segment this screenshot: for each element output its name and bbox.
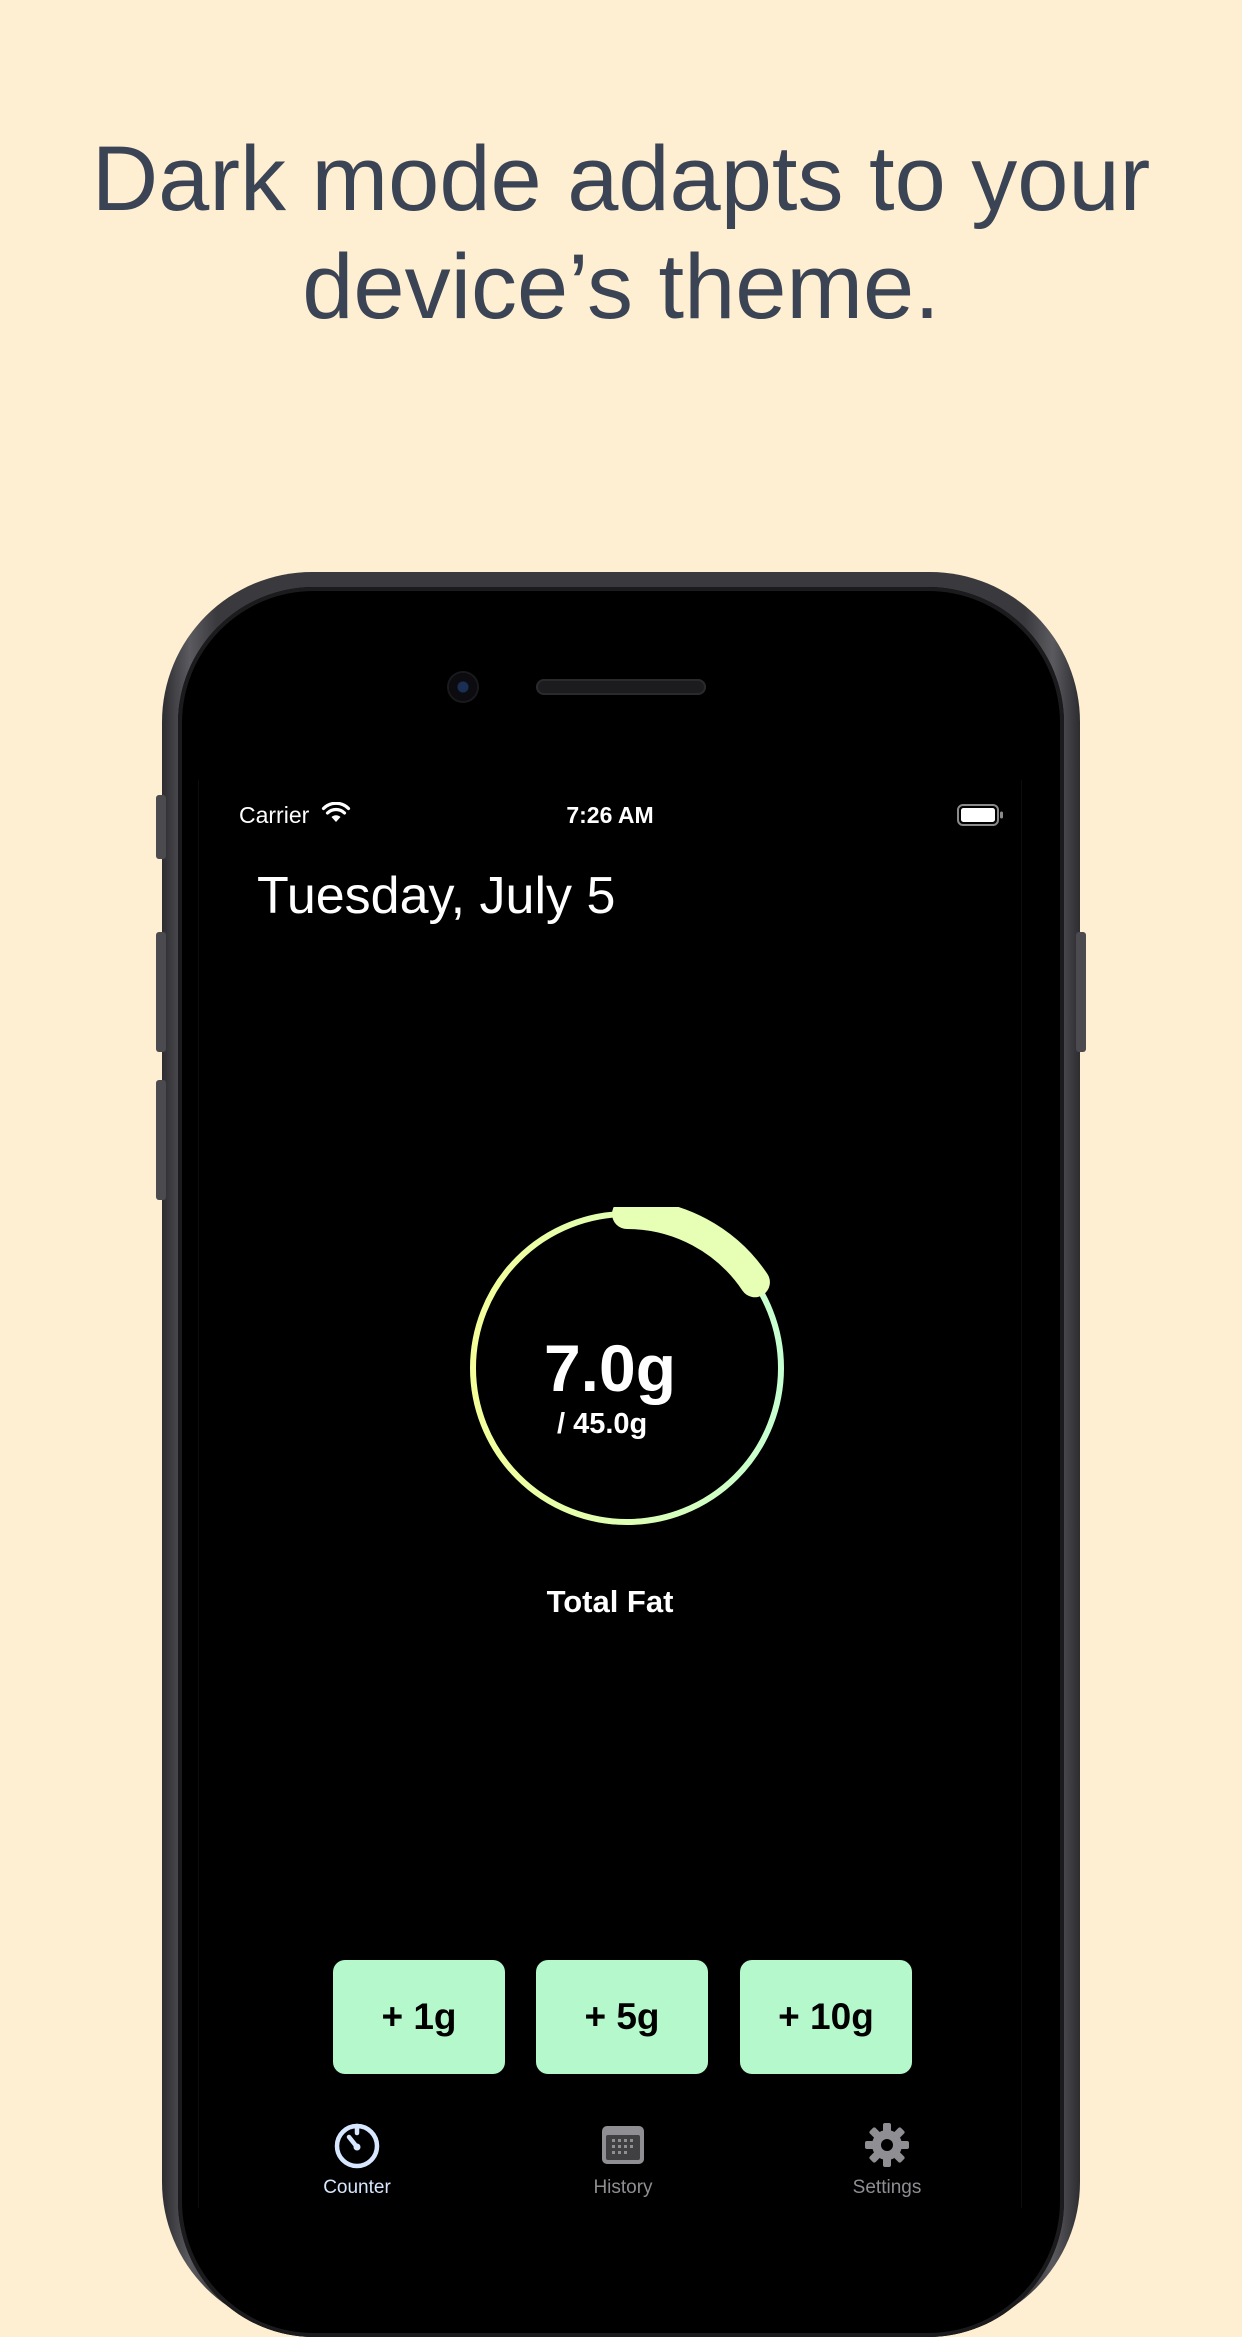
add-10g-button[interactable]: + 10g	[740, 1960, 912, 2074]
volume-up-button	[156, 932, 166, 1052]
nutrient-label: Total Fat	[546, 1584, 674, 1619]
fat-value: 7.0g	[543, 1331, 677, 1405]
date-heading: Tuesday, July 5	[257, 867, 616, 925]
tab-counter-label: Counter	[323, 2177, 391, 2198]
tab-history-label: History	[593, 2177, 653, 2198]
power-button	[1076, 932, 1086, 1052]
status-bar: Carrier 7:26 AM	[199, 780, 1021, 850]
camera-icon	[449, 673, 477, 701]
timer-icon	[334, 2123, 380, 2169]
tab-history[interactable]: History	[523, 2120, 723, 2199]
progress-ring-arc	[612, 1207, 770, 1298]
app-screen: Carrier 7:26 AM Tuesday, July 5 7.0g / 4…	[198, 780, 1022, 2208]
tab-settings-label: Settings	[852, 2177, 922, 2198]
tab-settings[interactable]: Settings	[787, 2120, 987, 2199]
add-1g-button[interactable]: + 1g	[333, 1960, 505, 2074]
battery-icon	[957, 804, 1003, 826]
gear-icon	[865, 2123, 909, 2167]
tab-counter[interactable]: Counter	[257, 2120, 457, 2199]
volume-down-button	[156, 1080, 166, 1200]
calendar-icon	[602, 2126, 644, 2164]
status-time: 7:26 AM	[566, 802, 654, 828]
speaker-grille	[536, 679, 706, 695]
fat-goal: / 45.0g	[557, 1408, 648, 1440]
add-5g-button[interactable]: + 5g	[536, 1960, 708, 2074]
headline: Dark mode adapts to your device’s theme.	[91, 128, 1151, 338]
mute-switch	[156, 795, 166, 859]
